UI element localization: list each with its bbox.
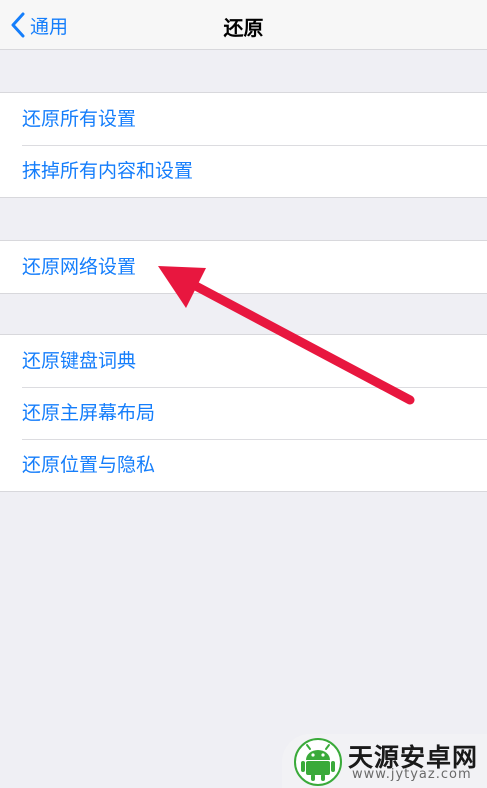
reset-group-3: 还原键盘词典 还原主屏幕布局 还原位置与隐私 [0, 334, 487, 492]
reset-group-2: 还原网络设置 [0, 240, 487, 294]
watermark: 天源安卓网 www.jytyaz.com [282, 734, 487, 788]
reset-network-settings-item[interactable]: 还原网络设置 [0, 241, 487, 293]
android-robot-icon [294, 738, 342, 786]
reset-group-1: 还原所有设置 抹掉所有内容和设置 [0, 92, 487, 198]
reset-location-privacy-item[interactable]: 还原位置与隐私 [0, 439, 487, 491]
watermark-url: www.jytyaz.com [352, 767, 472, 782]
reset-home-screen-layout-item[interactable]: 还原主屏幕布局 [0, 387, 487, 439]
reset-all-settings-item[interactable]: 还原所有设置 [0, 93, 487, 145]
erase-all-content-item[interactable]: 抹掉所有内容和设置 [0, 145, 487, 197]
navigation-bar: 通用 还原 [0, 0, 487, 50]
page-title: 还原 [223, 16, 264, 40]
reset-keyboard-dictionary-item[interactable]: 还原键盘词典 [0, 335, 487, 387]
